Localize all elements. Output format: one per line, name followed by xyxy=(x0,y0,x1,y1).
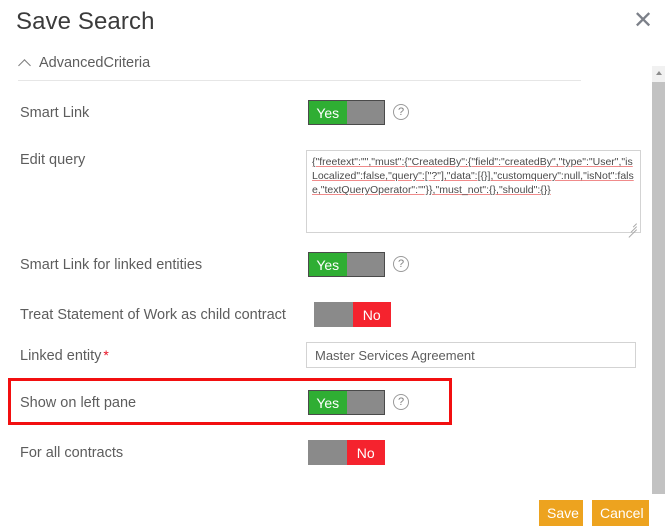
close-icon[interactable]: ✕ xyxy=(630,6,656,36)
toggle-show-left-pane-yes: Yes xyxy=(309,391,347,414)
toggle-for-all-contracts[interactable]: No xyxy=(308,440,385,465)
toggle-smart-link-linked-knob xyxy=(347,253,385,276)
toggle-show-on-left-pane[interactable]: Yes xyxy=(308,390,385,415)
scroll-up-arrow-icon[interactable] xyxy=(652,66,665,79)
toggle-smart-link-knob xyxy=(347,101,385,124)
section-title: AdvancedCriteria xyxy=(39,55,150,71)
edit-query-textarea[interactable]: {"freetext":"","must":{"CreatedBy":{"fie… xyxy=(306,150,641,233)
section-header-advanced-criteria[interactable]: AdvancedCriteria xyxy=(18,50,581,76)
label-smart-link: Smart Link xyxy=(20,105,89,121)
label-smart-link-linked-entities: Smart Link for linked entities xyxy=(20,257,202,273)
row-show-on-left-pane: Show on left pane Yes ? xyxy=(0,390,668,420)
toggle-smart-link-linked-yes: Yes xyxy=(309,253,347,276)
dialog-title-bar: Save Search ✕ xyxy=(0,0,668,46)
toggle-show-left-pane-knob xyxy=(347,391,385,414)
linked-entity-input[interactable] xyxy=(306,342,636,368)
help-icon-smart-link-linked-entities[interactable]: ? xyxy=(393,256,409,272)
row-smart-link: Smart Link Yes ? xyxy=(0,100,668,130)
row-treat-sow-child-contract: Treat Statement of Work as child contrac… xyxy=(0,302,668,332)
label-for-all-contracts: For all contracts xyxy=(20,445,123,461)
save-button[interactable]: Save xyxy=(539,500,583,526)
label-linked-entity: Linked entity* xyxy=(20,347,109,364)
label-linked-entity-text: Linked entity xyxy=(20,348,101,364)
label-edit-query: Edit query xyxy=(20,152,85,168)
toggle-treat-sow-no: No xyxy=(353,302,392,327)
section-divider xyxy=(18,80,581,81)
toggle-treat-sow-knob xyxy=(314,302,353,327)
toggle-treat-sow-child-contract[interactable]: No xyxy=(314,302,391,327)
required-marker: * xyxy=(103,347,108,363)
toggle-smart-link-linked-entities[interactable]: Yes xyxy=(308,252,385,277)
row-smart-link-linked-entities: Smart Link for linked entities Yes ? xyxy=(0,252,668,282)
toggle-for-all-contracts-knob xyxy=(308,440,347,465)
label-show-on-left-pane: Show on left pane xyxy=(20,395,136,411)
save-search-dialog: Save Search ✕ AdvancedCriteria Smart Lin… xyxy=(0,0,668,529)
row-for-all-contracts: For all contracts No xyxy=(0,440,668,470)
page-title: Save Search xyxy=(16,8,155,36)
vertical-scrollbar[interactable] xyxy=(652,66,665,494)
scrollbar-thumb[interactable] xyxy=(652,82,665,494)
cancel-button[interactable]: Cancel xyxy=(592,500,649,526)
toggle-smart-link-yes: Yes xyxy=(309,101,347,124)
label-treat-sow-child-contract: Treat Statement of Work as child contrac… xyxy=(20,307,286,323)
chevron-up-icon xyxy=(18,56,32,70)
help-icon-show-on-left-pane[interactable]: ? xyxy=(393,394,409,410)
toggle-for-all-contracts-no: No xyxy=(347,440,386,465)
help-icon-smart-link[interactable]: ? xyxy=(393,104,409,120)
toggle-smart-link[interactable]: Yes xyxy=(308,100,385,125)
